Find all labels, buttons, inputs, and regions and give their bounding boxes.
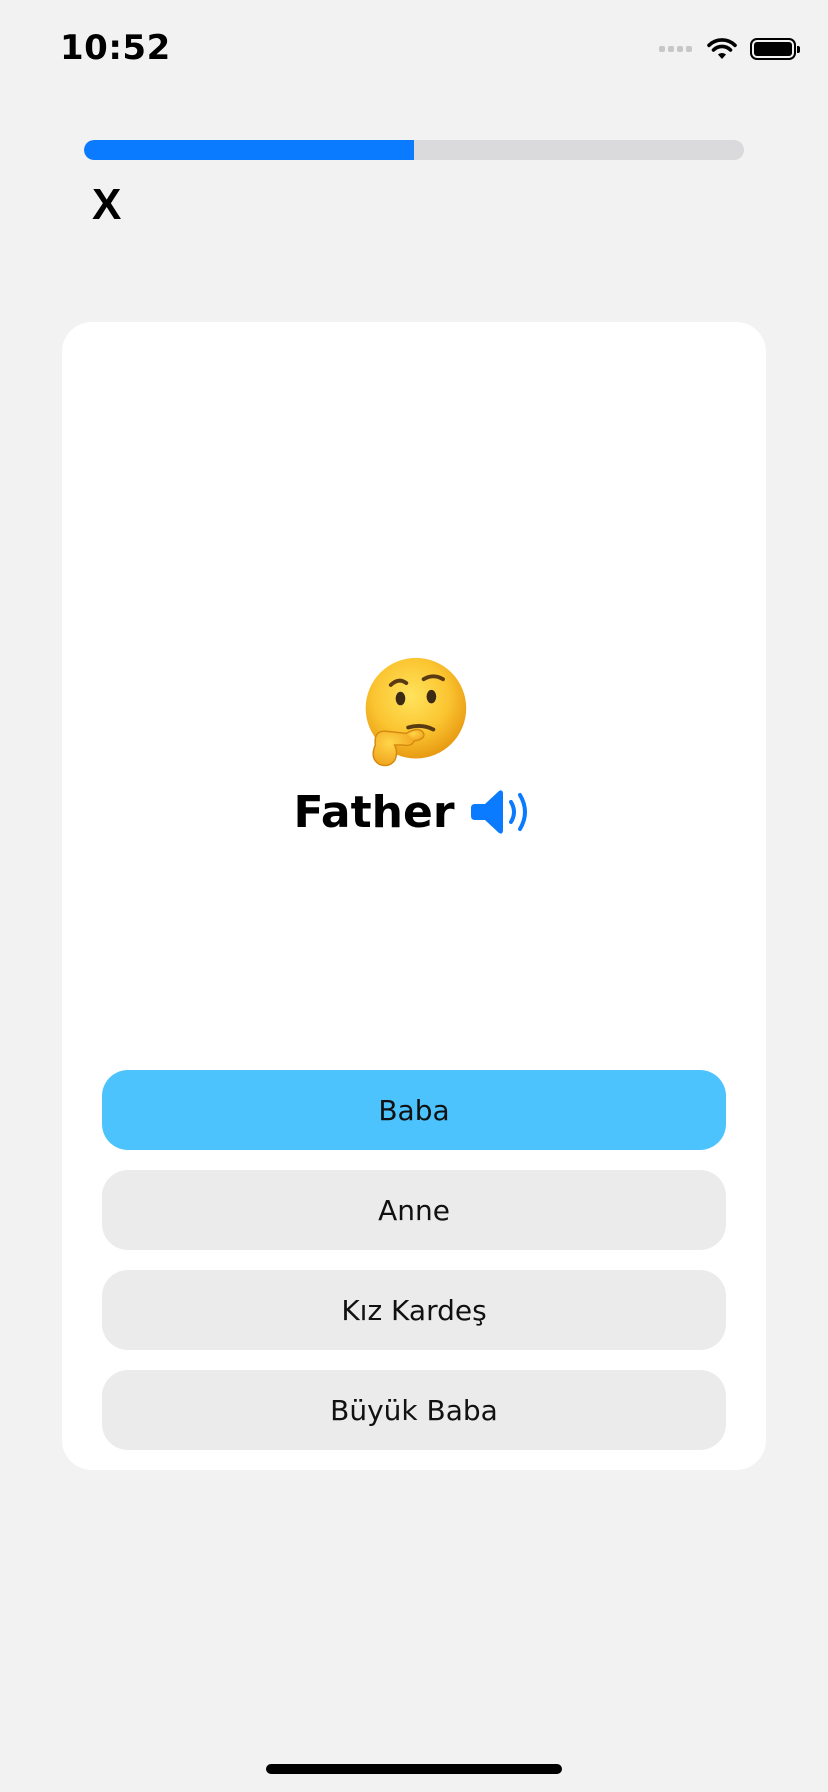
thinking-face-icon (365, 657, 467, 767)
option-button-baba[interactable]: Baba (102, 1070, 726, 1150)
wifi-icon (707, 38, 737, 59)
battery-icon (750, 38, 800, 60)
quiz-progress-fill (84, 140, 414, 160)
cellular-signal-icon (659, 46, 692, 52)
question-word-row: Father (62, 786, 766, 838)
status-time: 10:52 (60, 28, 171, 68)
quiz-progress-bar (84, 140, 744, 160)
question-word: Father (293, 786, 455, 838)
option-button-kiz-kardes[interactable]: Kız Kardeş (102, 1270, 726, 1350)
quiz-card: Father Baba Anne Kız Kardeş Büyük Baba (62, 322, 766, 1470)
close-button[interactable]: X (92, 180, 132, 230)
speaker-icon[interactable] (470, 786, 535, 838)
option-button-anne[interactable]: Anne (102, 1170, 726, 1250)
answer-options: Baba Anne Kız Kardeş Büyük Baba (102, 1070, 726, 1470)
question-block: Father (62, 656, 766, 838)
option-button-buyuk-baba[interactable]: Büyük Baba (102, 1370, 726, 1450)
status-bar: 10:52 (0, 0, 828, 100)
status-icons (659, 34, 800, 64)
home-indicator[interactable] (266, 1764, 562, 1774)
